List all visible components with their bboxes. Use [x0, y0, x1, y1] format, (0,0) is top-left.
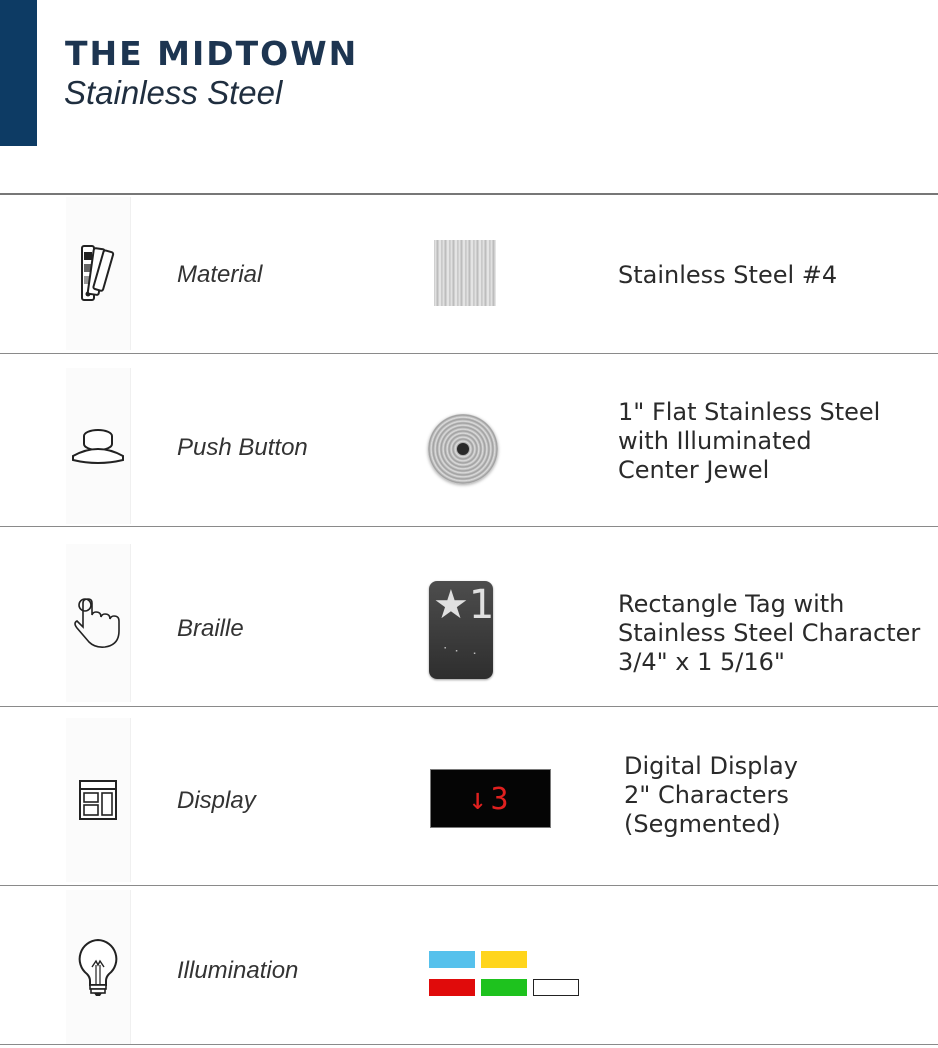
- color-chip-yellow: [481, 951, 527, 968]
- icon-cell: [66, 197, 131, 350]
- braille-tag-swatch: ★1 ⠁⠂ ⠄: [429, 581, 495, 679]
- row-description: 1" Flat Stainless Steel with Illuminated…: [618, 398, 881, 484]
- icon-cell: [66, 718, 131, 882]
- row-label: Braille: [177, 615, 244, 642]
- pointing-hand-icon: [74, 598, 120, 648]
- braille-dots: ⠁⠂ ⠄: [443, 647, 484, 658]
- color-chip-white: [533, 979, 579, 996]
- spec-row-braille: Braille ★1 ⠁⠂ ⠄ Rectangle Tag with Stain…: [0, 527, 938, 706]
- spec-row-illumination: Illumination: [0, 886, 938, 1044]
- row-divider: [0, 1044, 938, 1045]
- brand-accent-bar: [0, 0, 37, 146]
- page-title: THE MIDTOWN: [65, 34, 359, 73]
- color-chip-blue: [429, 951, 475, 968]
- tag-glyph: ★1: [433, 582, 495, 628]
- row-label: Material: [177, 261, 263, 288]
- icon-cell: [66, 544, 131, 702]
- push-button-icon: [72, 429, 124, 464]
- color-chip-red: [429, 979, 475, 996]
- icon-cell: [66, 368, 131, 524]
- display-layout-icon: [79, 780, 117, 820]
- push-button-swatch: [428, 414, 498, 484]
- page-subtitle: Stainless Steel: [64, 74, 283, 111]
- digital-display-swatch: ↓3: [430, 769, 551, 828]
- spec-row-display: Display ↓3 Digital Display 2" Characters…: [0, 707, 938, 885]
- row-description: Rectangle Tag with Stainless Steel Chara…: [618, 590, 921, 676]
- row-label: Display: [177, 787, 256, 814]
- row-label: Illumination: [177, 957, 299, 984]
- center-jewel: [457, 443, 469, 455]
- swatch-fan-icon: [81, 244, 115, 301]
- row-description: Digital Display 2" Characters (Segmented…: [624, 752, 798, 838]
- spec-row-push-button: Push Button 1" Flat Stainless Steel with…: [0, 354, 938, 526]
- icon-cell: [66, 890, 131, 1044]
- color-chip-green: [481, 979, 527, 996]
- row-description: Stainless Steel #4: [618, 261, 838, 289]
- display-readout: ↓3: [468, 782, 513, 817]
- row-label: Push Button: [177, 434, 308, 461]
- spec-row-material: Material Stainless Steel #4: [0, 195, 938, 353]
- light-bulb-icon: [78, 938, 118, 996]
- stainless-swatch: [434, 240, 496, 306]
